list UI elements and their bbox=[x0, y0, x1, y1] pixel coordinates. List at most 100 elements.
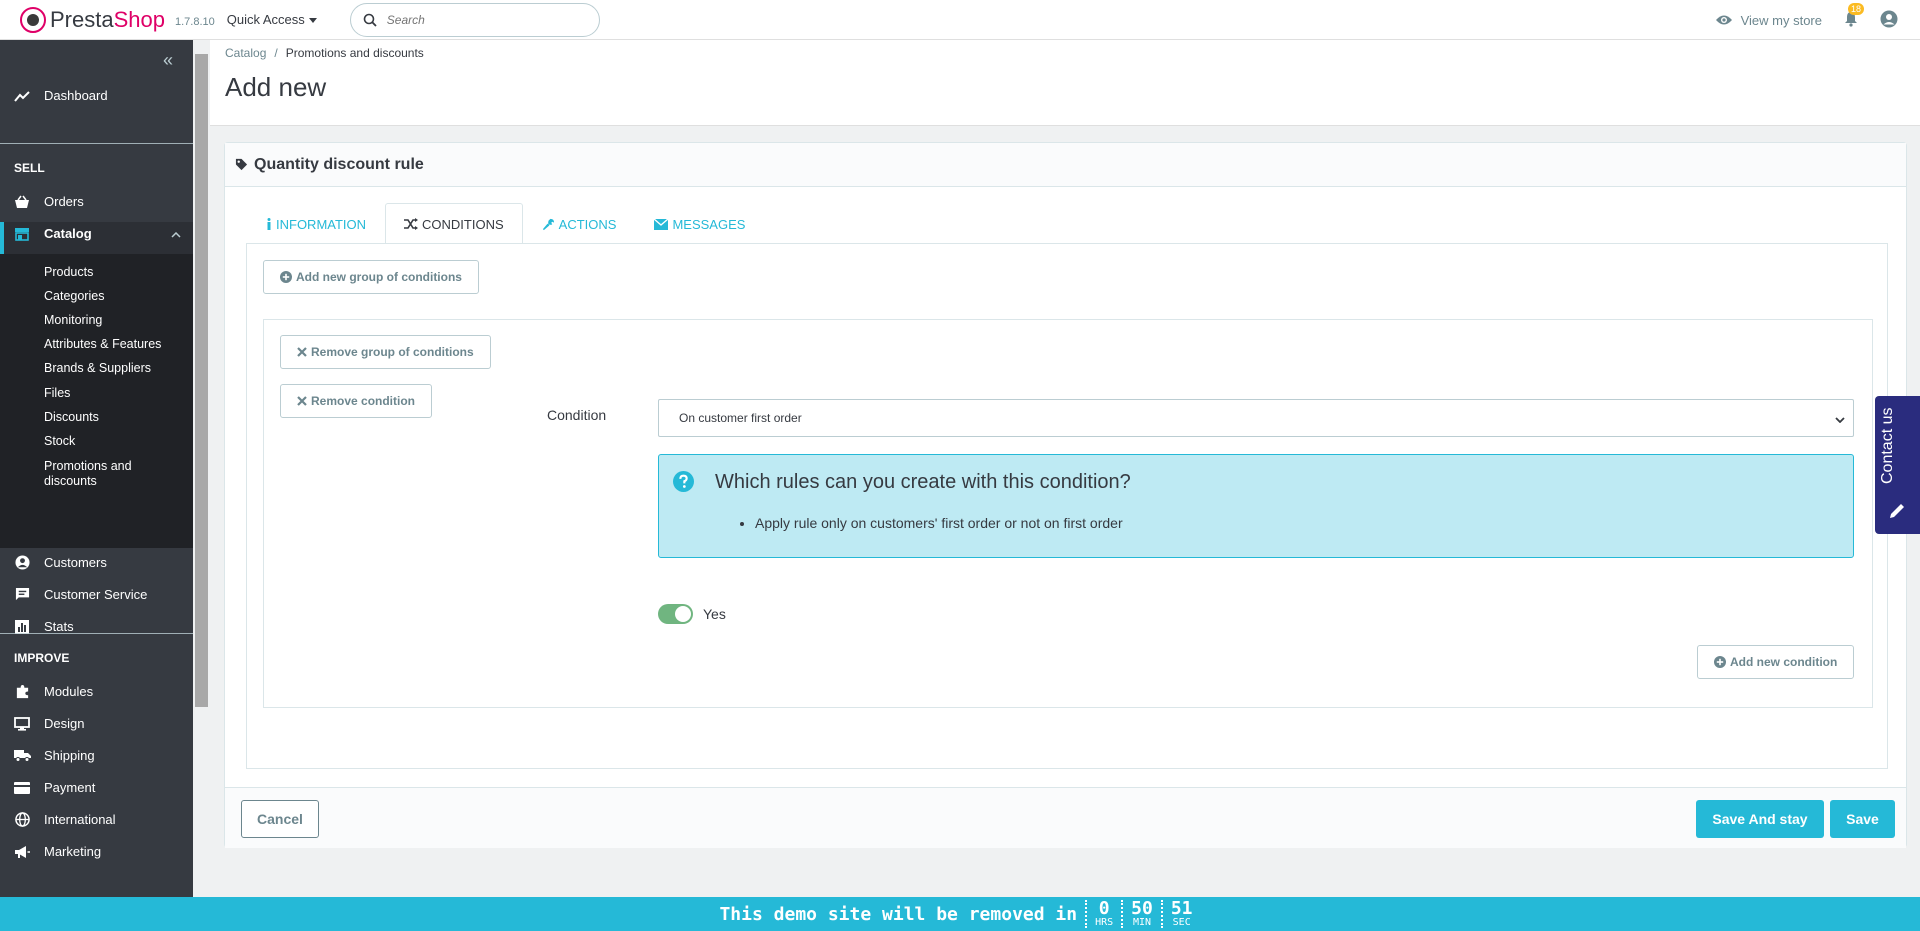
notifications-button[interactable]: 18 bbox=[1844, 2, 1864, 30]
caret-down-icon bbox=[308, 18, 317, 24]
countdown-seconds: 51 SEC bbox=[1160, 898, 1201, 928]
tab-label: INFORMATION bbox=[276, 216, 367, 232]
sidebar-item-stats[interactable]: Stats bbox=[0, 619, 193, 634]
sidebar-item-catalog[interactable]: Catalog bbox=[0, 226, 193, 241]
tab-messages[interactable]: MESSAGES bbox=[635, 203, 764, 244]
scrollbar-thumb[interactable] bbox=[195, 54, 208, 707]
panel-header: Quantity discount rule bbox=[225, 143, 1906, 187]
remove-group-button[interactable]: Remove group of conditions bbox=[280, 335, 491, 369]
page-title: Add new bbox=[225, 72, 327, 102]
user-account-button[interactable] bbox=[1880, 10, 1898, 31]
countdown-hours: 0 HRS bbox=[1085, 900, 1121, 928]
truck-icon bbox=[0, 749, 44, 762]
header-right: View my store 18 bbox=[1715, 0, 1898, 40]
demo-banner-text: This demo site will be removed in bbox=[719, 903, 1078, 925]
view-store-link[interactable]: View my store bbox=[1715, 13, 1822, 28]
cancel-button[interactable]: Cancel bbox=[241, 800, 319, 838]
help-title: Which rules can you create with this con… bbox=[715, 471, 1131, 493]
sidebar-subitem-attributes[interactable]: Attributes & Features bbox=[44, 337, 161, 351]
sidebar-label: Customer Service bbox=[44, 587, 148, 602]
sidebar-item-payment[interactable]: Payment bbox=[0, 780, 193, 795]
puffin-logo-icon bbox=[20, 6, 46, 33]
sidebar-subitem-stock[interactable]: Stock bbox=[44, 434, 75, 448]
tab-actions[interactable]: ACTIONS bbox=[523, 203, 636, 244]
envelope-icon bbox=[654, 218, 669, 230]
button-label: Remove condition bbox=[311, 394, 416, 408]
condition-select[interactable]: On customer first order bbox=[658, 399, 1854, 437]
pencil-icon bbox=[1888, 502, 1906, 523]
sidebar-item-shipping[interactable]: Shipping bbox=[0, 748, 193, 763]
sidebar-item-orders[interactable]: Orders bbox=[0, 194, 193, 209]
rule-tabs: INFORMATION CONDITIONS ACTIONS MESSAGES bbox=[247, 203, 764, 244]
sidebar-subitem-files[interactable]: Files bbox=[44, 386, 70, 400]
remove-condition-button[interactable]: Remove condition bbox=[280, 384, 433, 418]
breadcrumb-catalog-link[interactable]: Catalog bbox=[225, 46, 266, 60]
quick-access-label: Quick Access bbox=[226, 12, 305, 27]
sidebar-item-modules[interactable]: Modules bbox=[0, 684, 193, 699]
breadcrumb: Catalog / Promotions and discounts bbox=[225, 46, 424, 60]
button-label: Add new group of conditions bbox=[296, 270, 462, 284]
condition-toggle[interactable] bbox=[658, 604, 693, 624]
bar-chart-icon bbox=[0, 619, 44, 634]
sidebar-item-customer-service[interactable]: Customer Service bbox=[0, 587, 193, 602]
save-button[interactable]: Save bbox=[1830, 800, 1895, 838]
sidebar-item-customers[interactable]: Customers bbox=[0, 555, 193, 570]
page-header: Catalog / Promotions and discounts Add new bbox=[210, 40, 1920, 126]
sidebar-subitem-monitoring[interactable]: Monitoring bbox=[44, 313, 102, 327]
shopping-basket-icon bbox=[0, 195, 44, 209]
sidebar-label: Shipping bbox=[44, 748, 95, 763]
shuffle-icon bbox=[404, 218, 419, 230]
save-and-stay-button[interactable]: Save And stay bbox=[1696, 800, 1824, 838]
wrench-icon bbox=[542, 218, 554, 230]
sidebar-subitem-promotions[interactable]: Promotions and discounts bbox=[44, 459, 132, 489]
sidebar-label: Payment bbox=[44, 780, 96, 795]
discount-rule-panel: Quantity discount rule INFORMATION CONDI… bbox=[224, 142, 1907, 848]
sidebar-divider bbox=[0, 143, 193, 144]
add-condition-button[interactable]: Add new condition bbox=[1697, 645, 1855, 679]
collapse-sidebar-icon[interactable]: « bbox=[163, 50, 173, 71]
countdown-unit: HRS bbox=[1095, 917, 1114, 928]
catalog-submenu: Products Categories Monitoring Attribute… bbox=[0, 254, 193, 548]
sidebar-subitem-categories[interactable]: Categories bbox=[44, 289, 104, 303]
question-circle-icon bbox=[673, 471, 694, 495]
desktop-icon bbox=[0, 716, 44, 731]
search-input[interactable] bbox=[386, 12, 567, 27]
countdown-value: 50 bbox=[1131, 898, 1153, 919]
quick-access-dropdown[interactable]: Quick Access bbox=[227, 12, 317, 27]
condition-selected-value: On customer first order bbox=[679, 411, 802, 425]
sidebar-item-international[interactable]: International bbox=[0, 812, 193, 827]
account-circle-icon bbox=[1880, 10, 1898, 27]
megaphone-icon bbox=[0, 845, 44, 859]
sidebar-subitem-discounts[interactable]: Discounts bbox=[44, 410, 99, 424]
sidebar-label: Dashboard bbox=[44, 88, 108, 103]
toggle-knob bbox=[675, 606, 691, 622]
contact-us-tab[interactable]: Contact us bbox=[1875, 396, 1920, 534]
panel-footer: Cancel Save And stay Save bbox=[225, 787, 1906, 848]
plus-circle-icon bbox=[280, 271, 292, 283]
tab-label: MESSAGES bbox=[672, 216, 746, 232]
sidebar-item-marketing[interactable]: Marketing bbox=[0, 844, 193, 859]
sidebar-label: Customers bbox=[44, 555, 107, 570]
sidebar-item-dashboard[interactable]: Dashboard bbox=[0, 88, 193, 103]
tab-conditions[interactable]: CONDITIONS bbox=[385, 203, 523, 244]
account-circle-icon bbox=[0, 555, 44, 570]
sidebar-subitem-products[interactable]: Products bbox=[44, 265, 93, 279]
demo-countdown-banner: This demo site will be removed in 0 HRS … bbox=[0, 897, 1920, 931]
sidebar-subitem-brands[interactable]: Brands & Suppliers bbox=[44, 361, 151, 375]
conditions-tab-content: Add new group of conditions Remove group… bbox=[246, 243, 1888, 769]
sidebar-item-design[interactable]: Design bbox=[0, 716, 193, 731]
add-group-button[interactable]: Add new group of conditions bbox=[263, 260, 479, 294]
countdown-value: 51 bbox=[1170, 898, 1193, 919]
condition-label: Condition bbox=[547, 407, 607, 423]
sidebar-scrollbar[interactable] bbox=[193, 40, 210, 897]
brand-name: PrestaShop bbox=[50, 6, 165, 32]
search-box[interactable] bbox=[349, 2, 600, 37]
tab-information[interactable]: INFORMATION bbox=[247, 203, 385, 244]
sidebar-label: Modules bbox=[44, 684, 94, 699]
countdown-minutes: 50 MIN bbox=[1121, 900, 1161, 928]
sidebar-divider bbox=[0, 633, 193, 634]
sidebar-label: Catalog bbox=[44, 226, 92, 241]
prestashop-logo[interactable]: PrestaShop bbox=[20, 6, 165, 33]
chat-icon bbox=[0, 587, 44, 602]
help-list: Apply rule only on customers' first orde… bbox=[755, 515, 1123, 531]
